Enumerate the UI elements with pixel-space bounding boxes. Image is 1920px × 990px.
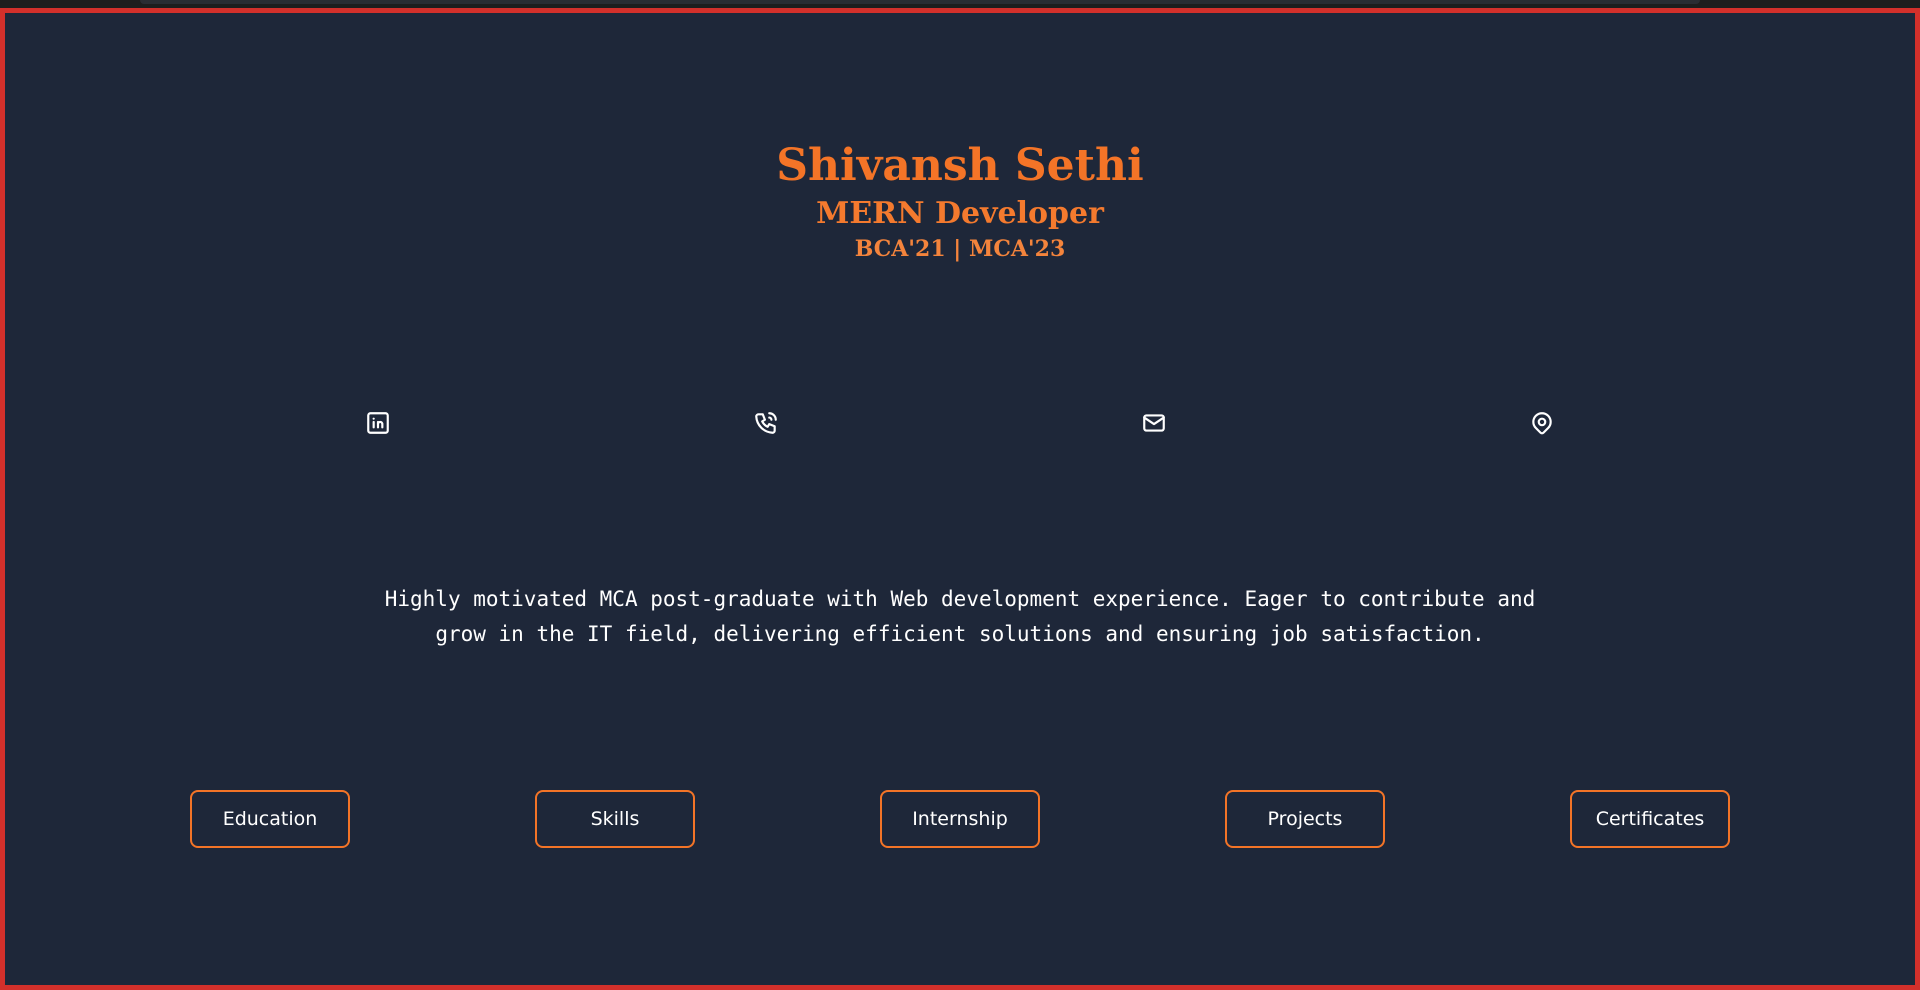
profile-summary: Highly motivated MCA post-graduate with … [360, 582, 1560, 652]
education-button[interactable]: Education [190, 790, 350, 848]
profile-name: Shivansh Sethi [776, 140, 1144, 191]
location-link[interactable] [1527, 408, 1557, 438]
skills-button[interactable]: Skills [535, 790, 695, 848]
summary-line: Highly motivated MCA post-graduate with … [384, 587, 1536, 611]
map-pin-icon [1532, 412, 1552, 435]
profile-degrees: BCA'21 | MCA'23 [854, 236, 1066, 262]
browser-top-strip [0, 0, 1920, 8]
certificates-button[interactable]: Certificates [1570, 790, 1730, 848]
linkedin-link[interactable] [363, 408, 393, 438]
browser-top-bar [140, 0, 1700, 4]
projects-button[interactable]: Projects [1225, 790, 1385, 848]
email-link[interactable] [1139, 408, 1169, 438]
profile-header: Shivansh Sethi MERN Developer BCA'21 | M… [0, 140, 1920, 264]
summary-line: grow in the IT field, delivering efficie… [435, 622, 1485, 646]
profile-role: MERN Developer [816, 196, 1104, 231]
linkedin-icon [367, 412, 389, 434]
phone-call-icon [755, 412, 777, 434]
mail-icon [1143, 414, 1165, 432]
internship-button[interactable]: Internship [880, 790, 1040, 848]
phone-link[interactable] [751, 408, 781, 438]
